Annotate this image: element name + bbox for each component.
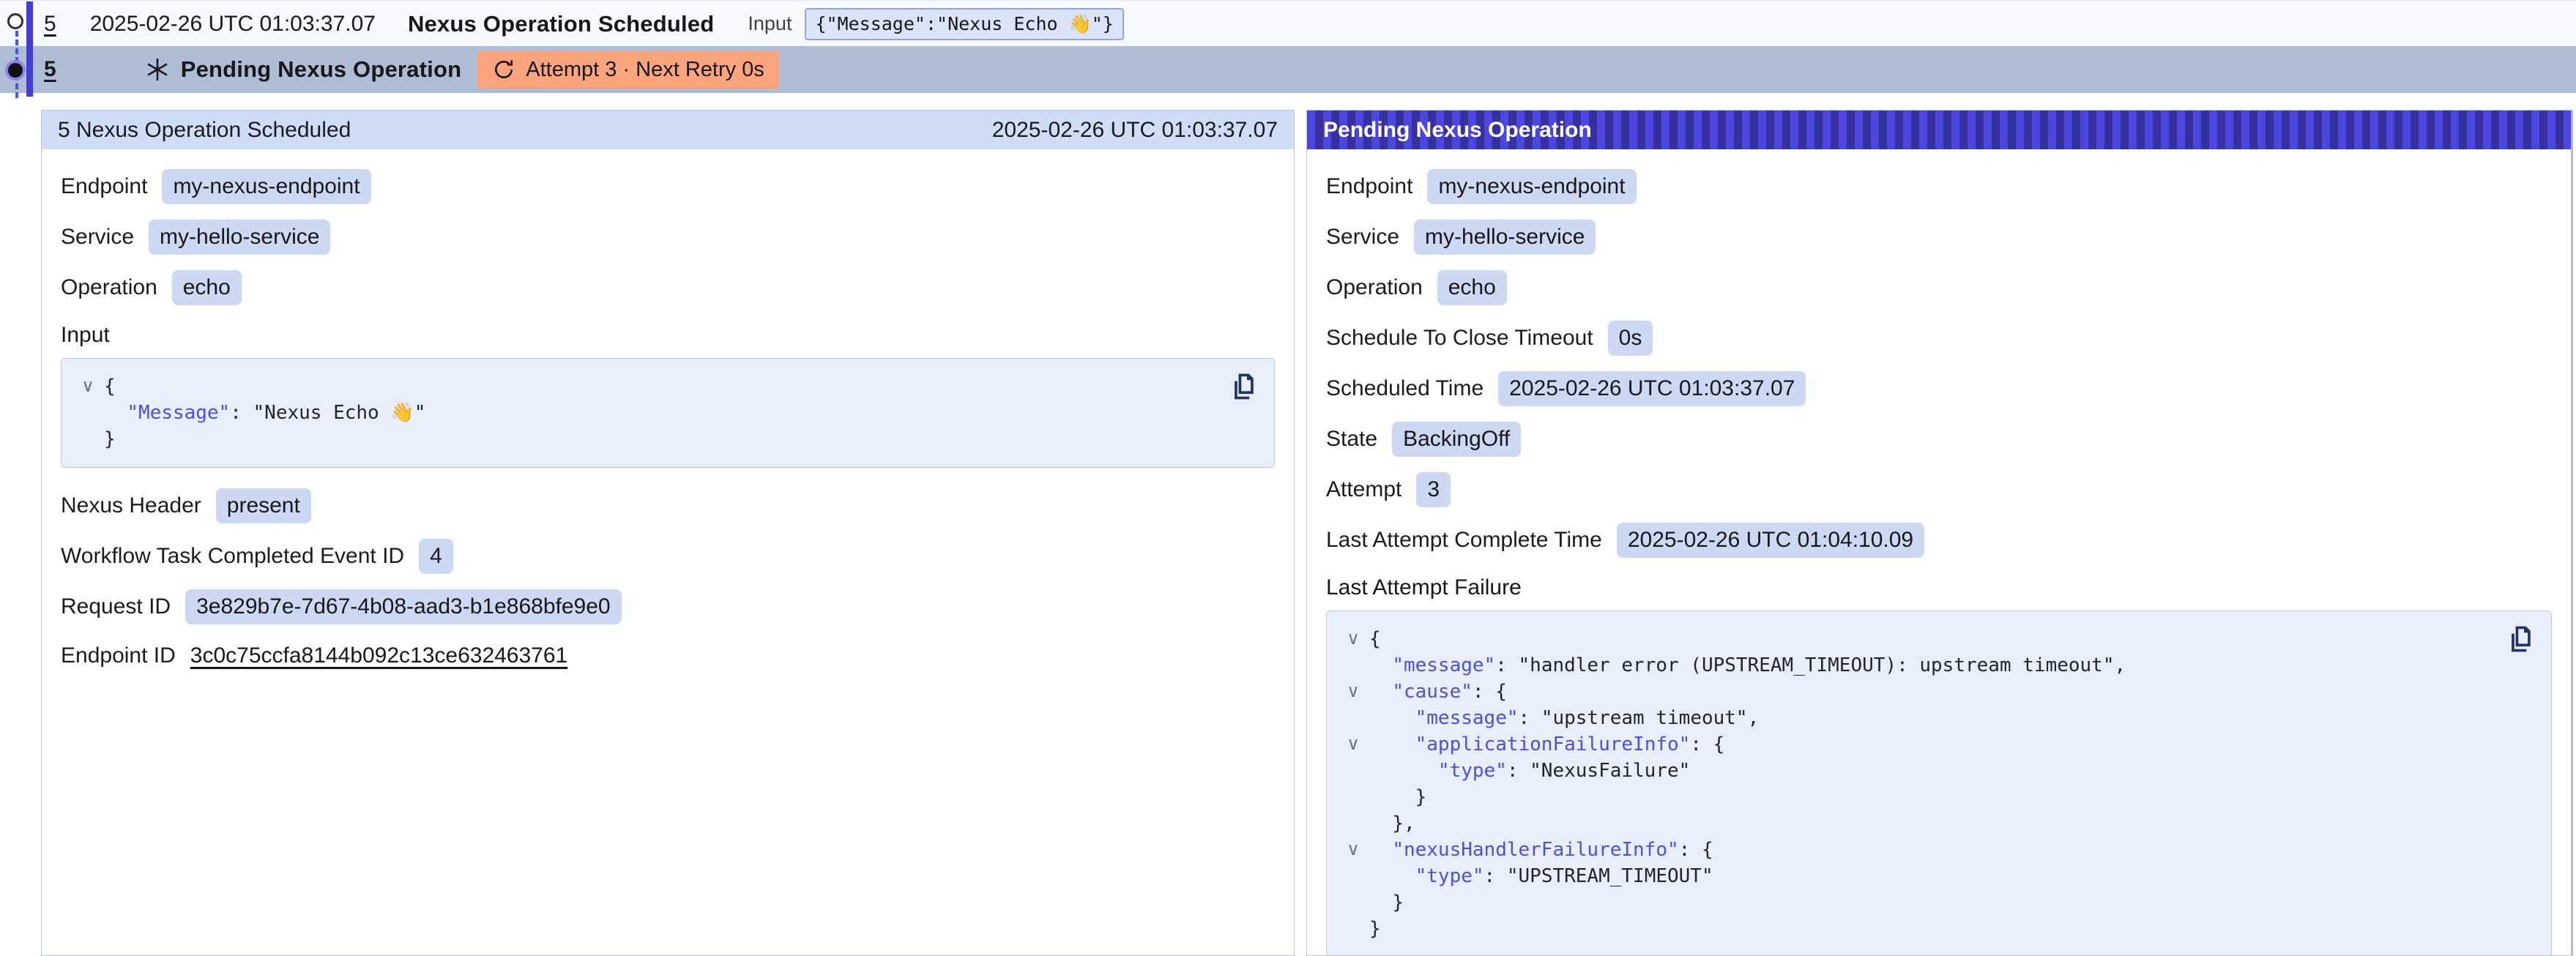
event-title: Nexus Operation Scheduled: [408, 11, 714, 37]
collapse-chevron-icon[interactable]: ∨: [72, 373, 104, 400]
state-badge: BackingOff: [1392, 422, 1521, 457]
endpoint-label: Endpoint: [1326, 174, 1412, 199]
endpoint-id-link[interactable]: 3c0c75ccfa8144b092c13ce632463761: [190, 643, 567, 668]
field-service: Service my-hello-service: [1326, 220, 2552, 255]
json-code-line: "Message": "Nexus Echo 👋": [104, 402, 425, 424]
field-workflow-task-completed-event-id: Workflow Task Completed Event ID 4: [61, 539, 1275, 574]
json-code-line: "type": "NexusFailure": [1369, 760, 1690, 782]
copy-icon[interactable]: [1227, 370, 1259, 405]
nexus-header-value-badge: present: [216, 488, 311, 523]
event-id-link[interactable]: 5: [44, 57, 56, 82]
field-endpoint: Endpoint my-nexus-endpoint: [1326, 169, 2552, 204]
field-last-attempt-complete-time: Last Attempt Complete Time 2025-02-26 UT…: [1326, 523, 2552, 558]
json-code-line: {: [1369, 628, 1381, 650]
event-row-nexus-operation-scheduled[interactable]: 5 2025-02-26 UTC 01:03:37.07 Nexus Opera…: [0, 0, 2576, 46]
field-state: State BackingOff: [1326, 422, 2552, 457]
last-attempt-complete-time-badge: 2025-02-26 UTC 01:04:10.09: [1617, 523, 1924, 558]
collapse-chevron-icon[interactable]: ∨: [1337, 679, 1369, 705]
service-value-badge: my-hello-service: [149, 220, 330, 255]
json-code-line: "cause": {: [1369, 681, 1507, 703]
scheduled-panel-title: 5 Nexus Operation Scheduled: [58, 118, 351, 143]
scheduled-time-badge: 2025-02-26 UTC 01:03:37.07: [1498, 371, 1806, 406]
scheduled-panel-header: 5 Nexus Operation Scheduled 2025-02-26 U…: [42, 111, 1294, 149]
service-label: Service: [61, 225, 134, 250]
json-code-line: }: [1369, 918, 1381, 940]
request-id-label: Request ID: [61, 594, 171, 619]
schedule-to-close-timeout-badge: 0s: [1608, 321, 1653, 356]
attempt-label: Attempt: [1326, 477, 1401, 502]
json-code-line: "message": "handler error (UPSTREAM_TIME…: [1369, 654, 2126, 676]
event-input-label: Input: [748, 12, 792, 35]
state-label: State: [1326, 427, 1377, 452]
scheduled-panel-timestamp: 2025-02-26 UTC 01:03:37.07: [992, 118, 1278, 143]
json-code-line: "message": "upstream timeout",: [1369, 707, 1759, 729]
nexus-header-label: Nexus Header: [61, 493, 201, 518]
json-code-line: },: [1369, 813, 1415, 834]
operation-value-badge: echo: [172, 270, 242, 305]
pending-asterisk-icon: [144, 56, 171, 83]
field-attempt: Attempt 3: [1326, 472, 2552, 507]
service-label: Service: [1326, 225, 1399, 250]
wtce-value-badge: 4: [419, 539, 453, 574]
retry-icon: [492, 58, 515, 81]
collapse-chevron-icon[interactable]: ∨: [1337, 837, 1369, 863]
last-attempt-complete-time-label: Last Attempt Complete Time: [1326, 528, 1602, 553]
endpoint-id-label: Endpoint ID: [61, 643, 176, 668]
collapse-chevron-icon[interactable]: ∨: [1337, 626, 1369, 652]
field-schedule-to-close-timeout: Schedule To Close Timeout 0s: [1326, 321, 2552, 356]
request-id-value-badge: 3e829b7e-7d67-4b08-aad3-b1e868bfe9e0: [185, 589, 622, 624]
pending-operation-panel: Pending Nexus Operation Endpoint my-nexu…: [1306, 110, 2573, 956]
pending-panel-title: Pending Nexus Operation: [1323, 118, 1592, 143]
field-request-id: Request ID 3e829b7e-7d67-4b08-aad3-b1e86…: [61, 589, 1275, 624]
input-json-viewer: ∨{ "Message": "Nexus Echo 👋"}: [61, 358, 1275, 468]
schedule-to-close-timeout-label: Schedule To Close Timeout: [1326, 326, 1593, 351]
event-group-indicator-bar: [26, 1, 33, 97]
field-endpoint-id: Endpoint ID 3c0c75ccfa8144b092c13ce63246…: [61, 640, 1275, 672]
json-code-line: "type": "UPSTREAM_TIMEOUT": [1369, 865, 1713, 887]
operation-label: Operation: [61, 275, 157, 300]
input-section-label: Input: [61, 323, 1275, 348]
operation-label: Operation: [1326, 275, 1423, 300]
timeline-gutter: [0, 0, 41, 98]
service-value-badge: my-hello-service: [1414, 220, 1596, 255]
field-endpoint: Endpoint my-nexus-endpoint: [61, 169, 1275, 204]
json-code-line: }: [104, 428, 116, 450]
scheduled-time-label: Scheduled Time: [1326, 376, 1484, 401]
json-code-line: {: [104, 376, 116, 397]
event-row-pending-nexus-operation[interactable]: 5 Pending Nexus Operation Attempt 3 · Ne…: [0, 46, 2576, 93]
attempt-badge: 3: [1416, 472, 1451, 507]
retry-badge-text: Attempt 3 · Next Retry 0s: [526, 58, 764, 82]
event-timestamp: 2025-02-26 UTC 01:03:37.07: [90, 12, 376, 37]
field-operation: Operation echo: [1326, 270, 2552, 305]
event-input-preview-badge: {"Message":"Nexus Echo 👋"}: [805, 8, 1123, 40]
field-service: Service my-hello-service: [61, 220, 1275, 255]
scheduled-event-panel: 5 Nexus Operation Scheduled 2025-02-26 U…: [41, 110, 1295, 956]
last-attempt-failure-label: Last Attempt Failure: [1326, 575, 2552, 600]
event-id-link[interactable]: 5: [44, 12, 56, 37]
json-code-line: }: [1369, 786, 1426, 808]
json-code-line: }: [1369, 892, 1404, 914]
field-nexus-header: Nexus Header present: [61, 488, 1275, 523]
operation-value-badge: echo: [1437, 270, 1507, 305]
field-operation: Operation echo: [61, 270, 1275, 305]
retry-status-badge: Attempt 3 · Next Retry 0s: [477, 51, 779, 89]
field-scheduled-time: Scheduled Time 2025-02-26 UTC 01:03:37.0…: [1326, 371, 2552, 406]
endpoint-value-badge: my-nexus-endpoint: [1427, 169, 1636, 204]
json-code-line: "nexusHandlerFailureInfo": {: [1369, 839, 1713, 861]
last-attempt-failure-json-viewer: ∨{ "message": "handler error (UPSTREAM_T…: [1326, 610, 2552, 956]
pending-event-title: Pending Nexus Operation: [181, 56, 462, 83]
json-code-line: "applicationFailureInfo": {: [1369, 733, 1724, 755]
endpoint-label: Endpoint: [61, 174, 147, 199]
wtce-label: Workflow Task Completed Event ID: [61, 544, 404, 569]
timeline-node-open-icon: [7, 13, 23, 29]
timeline-node-current-icon: [8, 63, 23, 78]
collapse-chevron-icon[interactable]: ∨: [1337, 731, 1369, 758]
copy-icon[interactable]: [2504, 623, 2536, 657]
event-detail-panels: 5 Nexus Operation Scheduled 2025-02-26 U…: [41, 110, 2573, 956]
event-history: 5 2025-02-26 UTC 01:03:37.07 Nexus Opera…: [0, 0, 2576, 93]
endpoint-value-badge: my-nexus-endpoint: [162, 169, 371, 204]
pending-panel-header: Pending Nexus Operation: [1307, 111, 2571, 149]
